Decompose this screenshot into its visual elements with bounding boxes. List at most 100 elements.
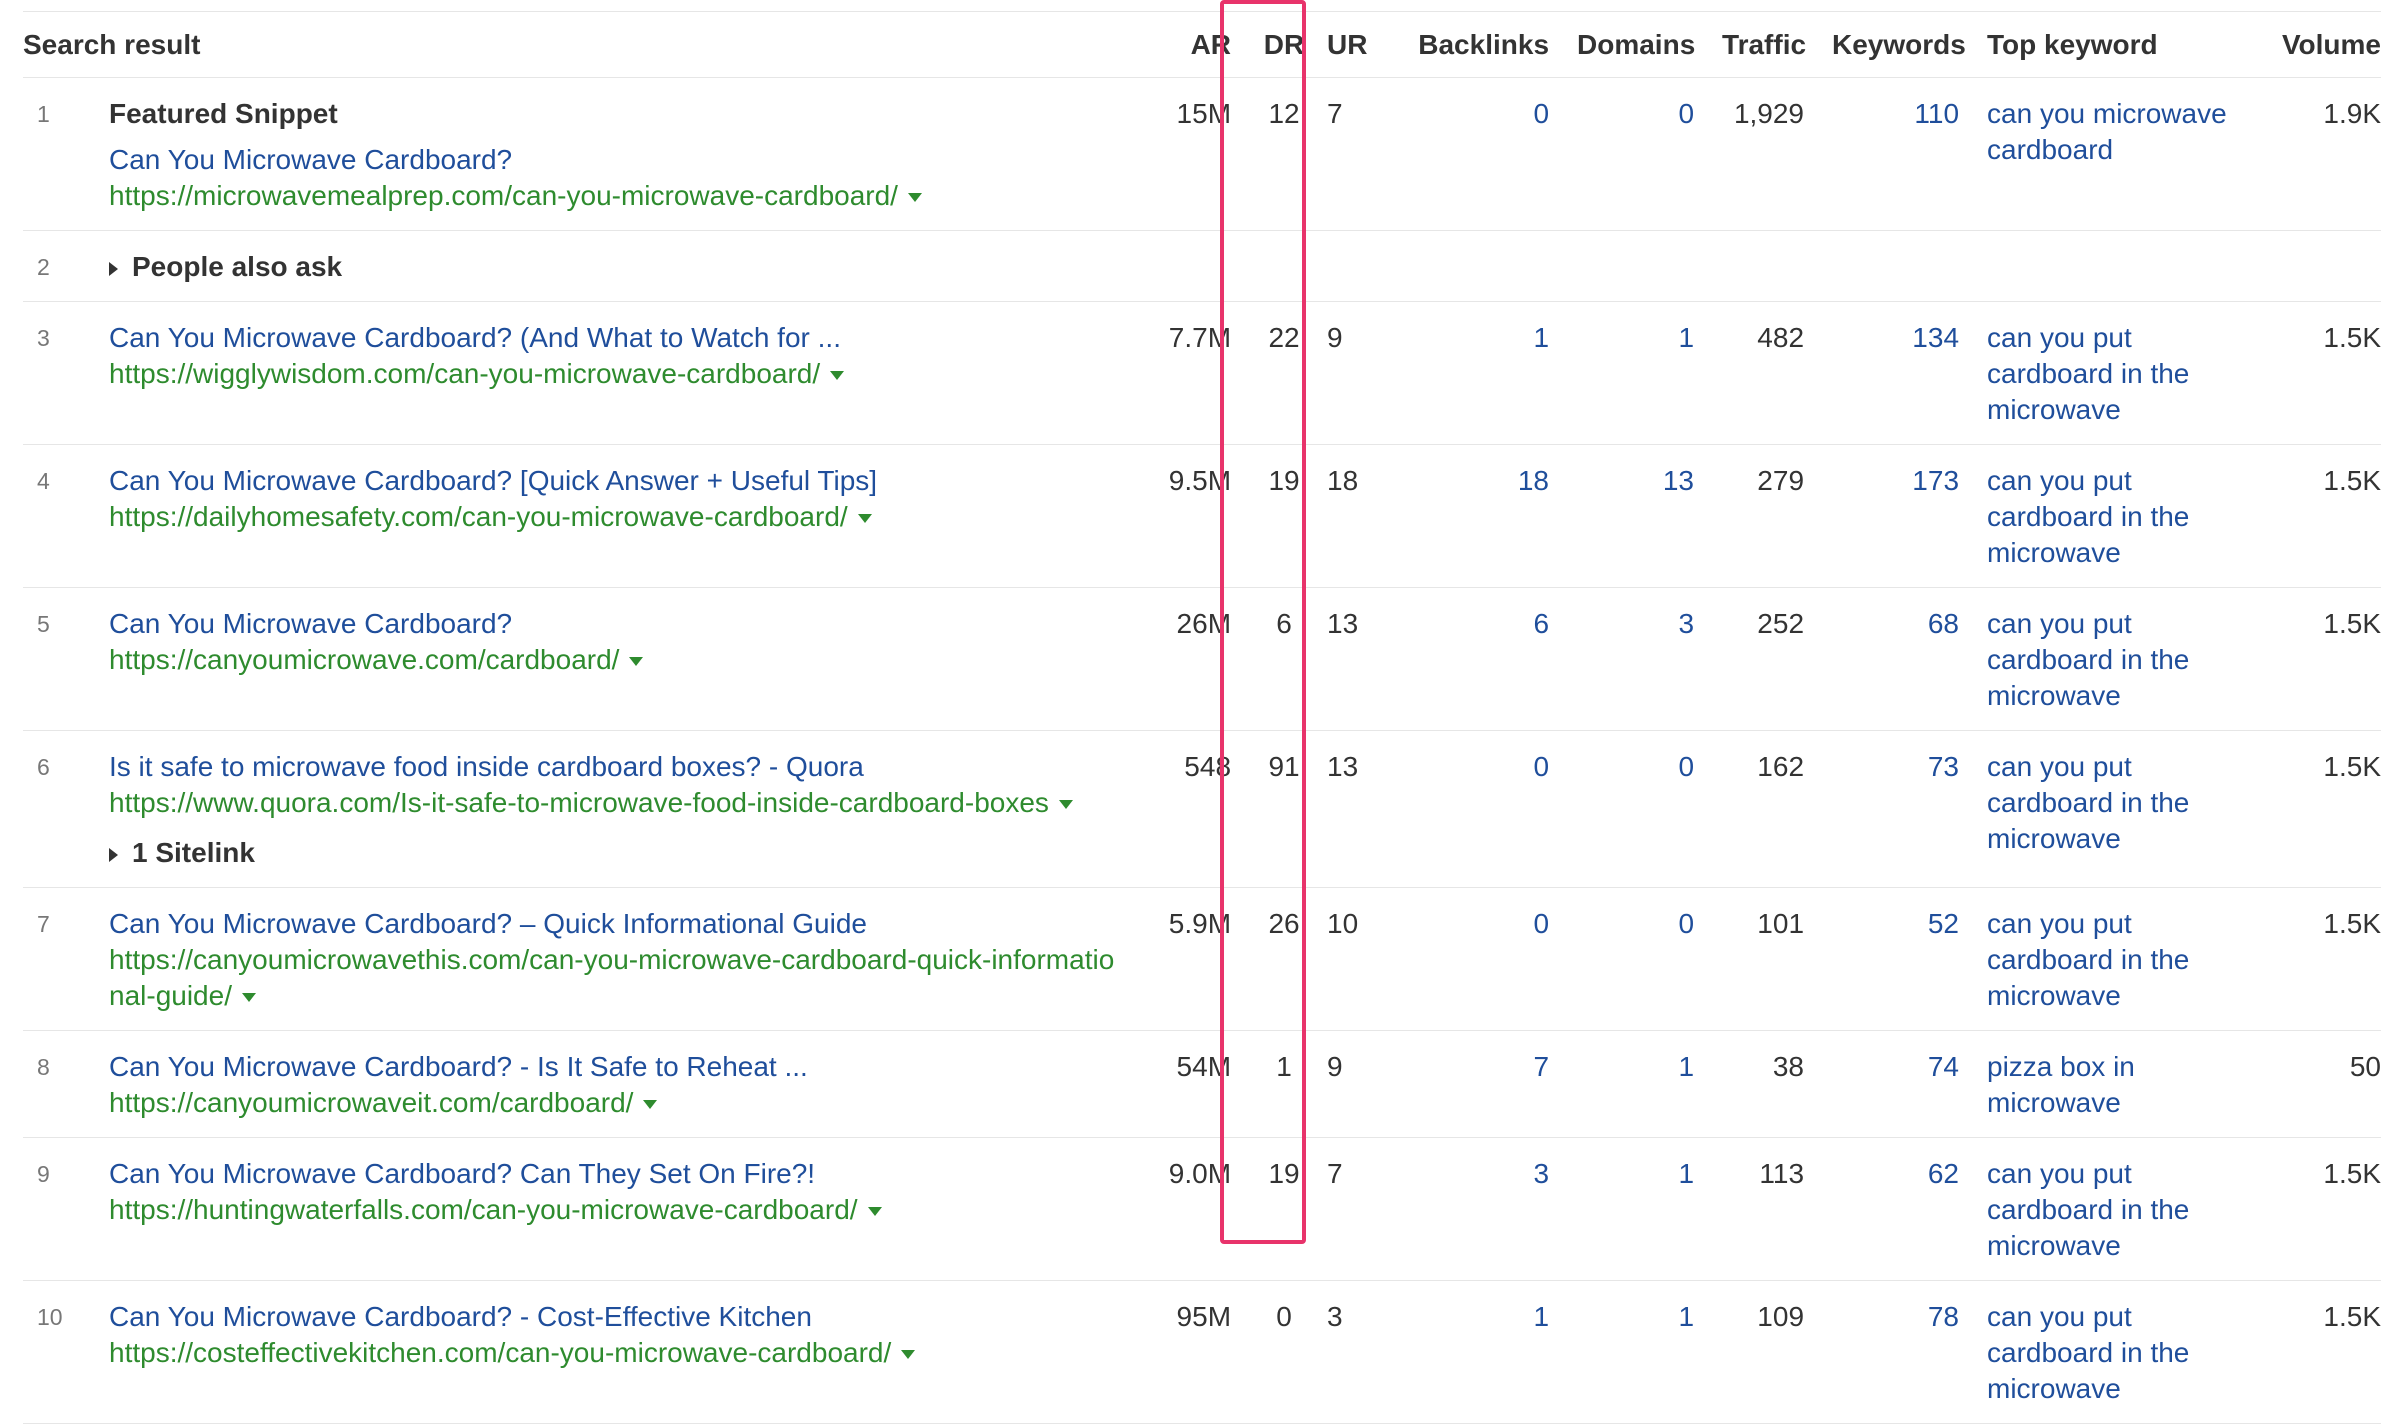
result-url-link[interactable]: https://canyoumicrowave.com/cardboard/ — [109, 642, 1121, 678]
domains-link[interactable]: 13 — [1563, 444, 1709, 588]
domains-link[interactable]: 3 — [1563, 587, 1709, 731]
url-dropdown-caret-icon[interactable] — [241, 993, 256, 1003]
backlinks-link[interactable]: 0 — [1393, 77, 1564, 231]
column-header-ur[interactable]: UR — [1323, 11, 1394, 78]
result-url: https://wigglywisdom.com/can-you-microwa… — [109, 358, 821, 389]
top-keyword-link[interactable]: can you microwave cardboard — [1973, 77, 2264, 231]
column-header-ar[interactable]: AR — [1135, 11, 1246, 78]
top-keyword-link[interactable]: can you put cardboard in the microwave — [1973, 587, 2264, 731]
column-header-keywords[interactable]: Keywords — [1818, 11, 1974, 78]
keywords-link[interactable]: 78 — [1818, 1280, 1974, 1424]
backlinks-link[interactable]: 1 — [1393, 301, 1564, 445]
backlinks-link[interactable]: 6 — [1393, 587, 1564, 731]
url-dropdown-caret-icon[interactable] — [830, 371, 845, 381]
result-title-link[interactable]: Can You Microwave Cardboard? — [109, 606, 1121, 642]
top-keyword-link[interactable]: can you put cardboard in the microwave — [1973, 730, 2264, 888]
url-dropdown-caret-icon[interactable] — [901, 1350, 916, 1360]
domains-link[interactable]: 1 — [1563, 1030, 1709, 1138]
sitelink-label: 1 Sitelink — [132, 837, 255, 868]
result-url-link[interactable]: https://wigglywisdom.com/can-you-microwa… — [109, 356, 1121, 392]
url-dropdown-caret-icon[interactable] — [907, 193, 922, 203]
people-also-ask-toggle[interactable]: People also ask — [109, 251, 342, 282]
result-title-link[interactable]: Can You Microwave Cardboard? - Cost-Effe… — [109, 1299, 1121, 1335]
url-dropdown-caret-icon[interactable] — [643, 1100, 658, 1110]
position-number: 6 — [23, 730, 95, 888]
position-number: 5 — [23, 587, 95, 731]
volume-value: 1.9K — [2263, 77, 2382, 231]
result-url-link[interactable]: https://www.quora.com/Is-it-safe-to-micr… — [109, 785, 1121, 821]
keywords-link[interactable]: 134 — [1818, 301, 1974, 445]
domains-link[interactable]: 1 — [1563, 1280, 1709, 1424]
sitelink-toggle[interactable]: 1 Sitelink — [109, 835, 1121, 871]
result-title-link[interactable]: Is it safe to microwave food inside card… — [109, 749, 1121, 785]
url-dropdown-caret-icon[interactable] — [867, 1207, 882, 1217]
domains-link[interactable]: 1 — [1563, 301, 1709, 445]
backlinks-link[interactable]: 1 — [1393, 1280, 1564, 1424]
ar-value: 5.9M — [1135, 887, 1246, 1031]
keywords-link[interactable]: 173 — [1818, 444, 1974, 588]
result-url-link[interactable]: https://canyoumicrowaveit.com/cardboard/ — [109, 1085, 1121, 1121]
domains-link[interactable]: 1 — [1563, 1137, 1709, 1281]
url-dropdown-caret-icon[interactable] — [629, 657, 644, 667]
top-keyword-link[interactable]: can you put cardboard in the microwave — [1973, 1137, 2264, 1281]
result-title-link[interactable]: Can You Microwave Cardboard? — [109, 142, 1121, 178]
domains-link[interactable]: 0 — [1563, 77, 1709, 231]
domains-link[interactable]: 0 — [1563, 730, 1709, 888]
top-keyword-link[interactable]: can you put cardboard in the microwave — [1973, 444, 2264, 588]
result-url-link[interactable]: https://microwavemealprep.com/can-you-mi… — [109, 178, 1121, 214]
dr-value: 22 — [1245, 301, 1324, 445]
serp-table: Search result AR DR UR Backlinks Domains… — [23, 11, 2382, 1424]
keywords-link[interactable]: 110 — [1818, 77, 1974, 231]
volume-value: 50 — [2263, 1030, 2382, 1138]
result-url: https://canyoumicrowaveit.com/cardboard/ — [109, 1087, 634, 1118]
keywords-link[interactable]: 74 — [1818, 1030, 1974, 1138]
keywords-link[interactable]: 62 — [1818, 1137, 1974, 1281]
position-number: 2 — [23, 230, 95, 302]
result-url: https://dailyhomesafety.com/can-you-micr… — [109, 501, 848, 532]
column-header-backlinks[interactable]: Backlinks — [1393, 11, 1564, 78]
table-header-row: Search result AR DR UR Backlinks Domains… — [23, 11, 2382, 78]
url-dropdown-caret-icon[interactable] — [1058, 800, 1073, 810]
result-url-link[interactable]: https://dailyhomesafety.com/can-you-micr… — [109, 499, 1121, 535]
column-header-traffic[interactable]: Traffic — [1708, 11, 1819, 78]
people-also-ask-cell: People also ask — [95, 230, 2382, 302]
result-title-link[interactable]: Can You Microwave Cardboard? – Quick Inf… — [109, 906, 1121, 942]
search-result-cell: Can You Microwave Cardboard? Can They Se… — [95, 1137, 1136, 1281]
column-header-dr[interactable]: DR — [1245, 11, 1324, 78]
ar-value: 54M — [1135, 1030, 1246, 1138]
people-also-ask-label: People also ask — [132, 251, 343, 282]
backlinks-link[interactable]: 0 — [1393, 730, 1564, 888]
keywords-link[interactable]: 73 — [1818, 730, 1974, 888]
url-dropdown-caret-icon[interactable] — [857, 514, 872, 524]
column-header-search-result[interactable]: Search result — [23, 11, 1136, 78]
result-url: https://microwavemealprep.com/can-you-mi… — [109, 180, 898, 211]
result-url-link[interactable]: https://canyoumicrowavethis.com/can-you-… — [109, 942, 1121, 1014]
result-title-link[interactable]: Can You Microwave Cardboard? - Is It Saf… — [109, 1049, 1121, 1085]
top-keyword-link[interactable]: can you put cardboard in the microwave — [1973, 887, 2264, 1031]
dr-value: 6 — [1245, 587, 1324, 731]
keywords-link[interactable]: 68 — [1818, 587, 1974, 731]
result-url-link[interactable]: https://huntingwaterfalls.com/can-you-mi… — [109, 1192, 1121, 1228]
table-row: 4 Can You Microwave Cardboard? [Quick Ans… — [23, 444, 2382, 588]
backlinks-link[interactable]: 0 — [1393, 887, 1564, 1031]
top-keyword-link[interactable]: can you put cardboard in the microwave — [1973, 301, 2264, 445]
top-keyword-link[interactable]: pizza box in microwave — [1973, 1030, 2264, 1138]
result-title-link[interactable]: Can You Microwave Cardboard? (And What t… — [109, 320, 1121, 356]
backlinks-link[interactable]: 18 — [1393, 444, 1564, 588]
backlinks-link[interactable]: 7 — [1393, 1030, 1564, 1138]
table-row: 6 Is it safe to microwave food inside car… — [23, 730, 2382, 888]
result-title-link[interactable]: Can You Microwave Cardboard? [Quick Answ… — [109, 463, 1121, 499]
top-keyword-link[interactable]: can you put cardboard in the microwave — [1973, 1280, 2264, 1424]
volume-value: 1.5K — [2263, 887, 2382, 1031]
column-header-volume[interactable]: Volume — [2263, 11, 2382, 78]
dr-value: 19 — [1245, 1137, 1324, 1281]
result-url: https://huntingwaterfalls.com/can-you-mi… — [109, 1194, 858, 1225]
column-header-domains[interactable]: Domains — [1563, 11, 1709, 78]
column-header-top-keyword[interactable]: Top keyword — [1973, 11, 2264, 78]
keywords-link[interactable]: 52 — [1818, 887, 1974, 1031]
result-url-link[interactable]: https://costeffectivekitchen.com/can-you… — [109, 1335, 1121, 1371]
backlinks-link[interactable]: 3 — [1393, 1137, 1564, 1281]
result-title-link[interactable]: Can You Microwave Cardboard? Can They Se… — [109, 1156, 1121, 1192]
position-number: 9 — [23, 1137, 95, 1281]
domains-link[interactable]: 0 — [1563, 887, 1709, 1031]
